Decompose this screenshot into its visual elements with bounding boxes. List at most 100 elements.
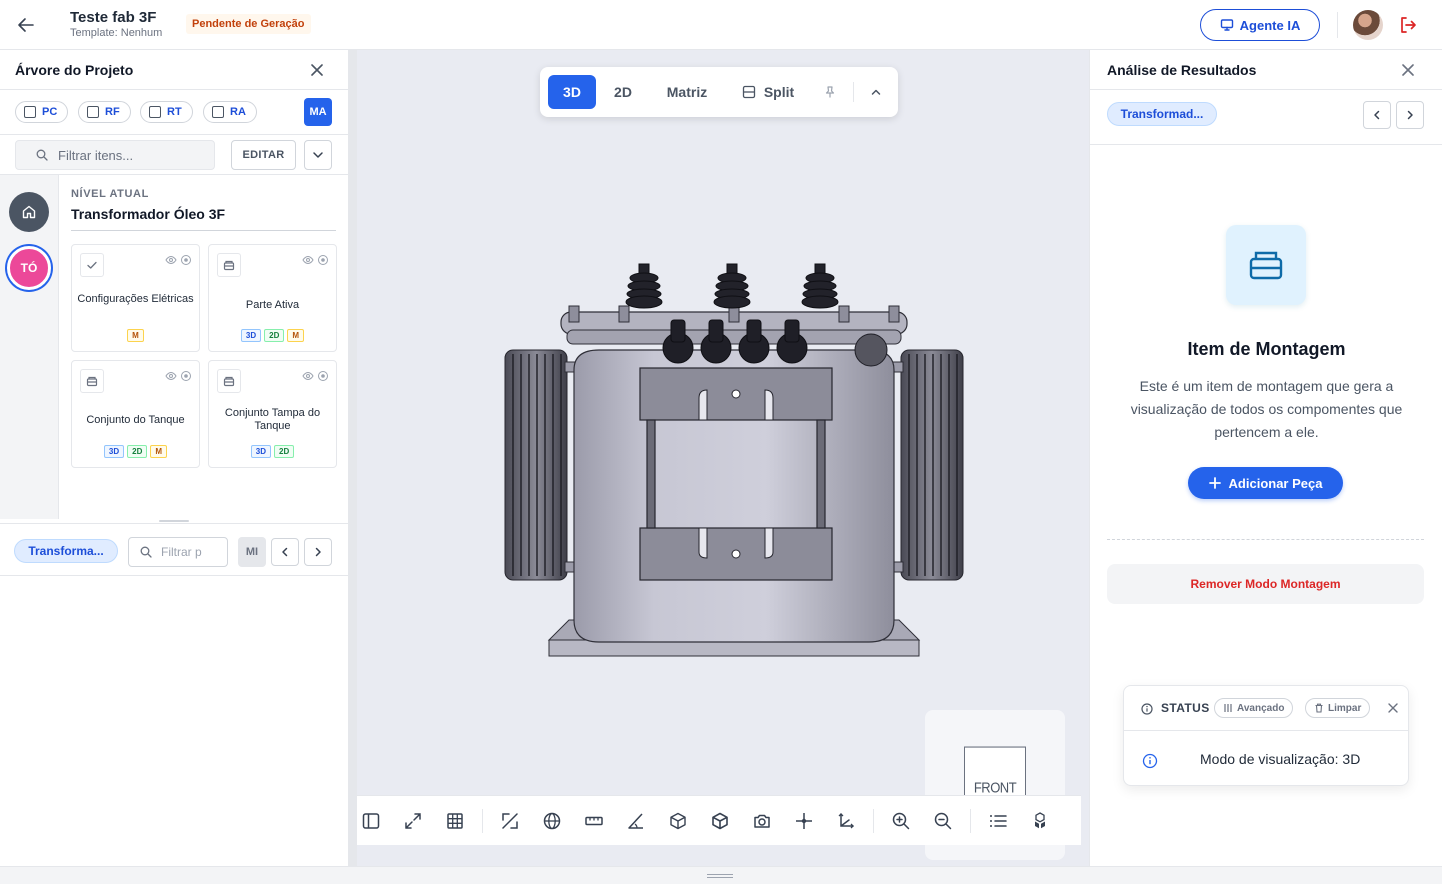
focus-toggle[interactable]	[180, 370, 192, 382]
project-tree-panel: Árvore do Projeto PC RF RT RA MA EDITAR …	[0, 50, 349, 866]
measure-button[interactable]	[578, 805, 610, 837]
plus-icon	[1208, 477, 1221, 489]
filter-ra[interactable]: RA	[203, 101, 257, 123]
top-bar: Teste fab 3F Template: Nenhum Pendente d…	[0, 0, 1442, 50]
ma-button[interactable]: MA	[304, 98, 332, 126]
next-result-button[interactable]	[1396, 101, 1424, 129]
current-level-avatar[interactable]: TÓ	[7, 246, 51, 290]
visibility-toggle[interactable]	[165, 370, 177, 382]
axes-icon	[838, 813, 854, 829]
measure-icon	[585, 816, 603, 826]
viewer-gutter	[349, 50, 357, 866]
remove-assembly-mode-button[interactable]: Remover Modo Montagem	[1107, 564, 1424, 604]
filter-rt[interactable]: RT	[140, 101, 193, 123]
status-badge: Pendente de Geração	[186, 14, 311, 34]
zoom-out-button[interactable]	[927, 805, 959, 837]
card-conjunto-tampa-do-tanque[interactable]: Conjunto Tampa do Tanque 3D 2D	[208, 360, 337, 468]
subtree-search-input[interactable]	[161, 545, 211, 559]
section-button[interactable]	[494, 805, 526, 837]
clear-button[interactable]: Limpar	[1305, 698, 1371, 718]
checkbox[interactable]	[149, 106, 161, 118]
card-icon	[80, 369, 104, 393]
tab-split[interactable]: Split	[732, 75, 804, 109]
logout-button[interactable]	[1396, 13, 1420, 37]
selected-item-chip[interactable]: Transformad...	[1107, 102, 1217, 126]
level-name: Transformador Óleo 3F	[71, 206, 226, 222]
tab-3d[interactable]: 3D	[548, 75, 596, 109]
sliders-icon	[1224, 704, 1232, 712]
next-button[interactable]	[304, 538, 332, 566]
results-title: Análise de Resultados	[1107, 62, 1257, 78]
collapse-tabs-button[interactable]	[862, 75, 890, 109]
close-results-button[interactable]	[1399, 61, 1417, 79]
checkbox[interactable]	[87, 106, 99, 118]
view-cube-front[interactable]: FRONT	[964, 746, 1026, 802]
screenshot-button[interactable]	[746, 805, 778, 837]
right-radiator	[890, 349, 964, 581]
subtree-chip[interactable]: Transforma...	[14, 539, 118, 563]
tree-search-input[interactable]	[58, 147, 198, 163]
divider	[0, 134, 349, 135]
3d-viewer[interactable]: 3D 2D Matriz Split FRONT	[349, 50, 1089, 866]
angle-button[interactable]	[620, 805, 652, 837]
card-parte-ativa[interactable]: Parte Ativa 3D 2D M	[208, 244, 337, 352]
package-icon	[86, 376, 98, 387]
divider	[873, 809, 874, 833]
subtree-search[interactable]	[128, 537, 228, 567]
prev-button[interactable]	[271, 538, 299, 566]
divider	[0, 89, 349, 90]
parts-list-button[interactable]	[982, 805, 1014, 837]
fullscreen-button[interactable]	[397, 805, 429, 837]
target-icon	[318, 255, 328, 265]
checkbox[interactable]	[24, 106, 36, 118]
home-level-button[interactable]	[9, 192, 49, 232]
transformer-3d-model[interactable]	[499, 250, 969, 670]
toggle-sidebar-button[interactable]	[355, 805, 387, 837]
expand-dropdown-button[interactable]	[304, 140, 332, 170]
card-conjunto-do-tanque[interactable]: Conjunto do Tanque 3D 2D M	[71, 360, 200, 468]
visibility-toggle[interactable]	[302, 254, 314, 266]
focus-toggle[interactable]	[317, 254, 329, 266]
focus-toggle[interactable]	[317, 370, 329, 382]
card-tags: 3D 2D M	[209, 329, 336, 342]
checkbox[interactable]	[212, 106, 224, 118]
explode-button[interactable]	[1024, 805, 1056, 837]
focus-toggle[interactable]	[180, 254, 192, 266]
axes-button[interactable]	[830, 805, 862, 837]
filter-pc[interactable]: PC	[15, 101, 69, 123]
advanced-button[interactable]: Avançado	[1214, 698, 1294, 718]
grid-button[interactable]	[439, 805, 471, 837]
pin-button[interactable]	[818, 75, 842, 109]
user-avatar[interactable]	[1353, 10, 1383, 40]
prev-result-button[interactable]	[1363, 101, 1391, 129]
visibility-toggle[interactable]	[302, 370, 314, 382]
mi-button[interactable]: MI	[238, 537, 266, 567]
tree-search[interactable]	[15, 140, 215, 170]
visibility-toggle[interactable]	[165, 254, 177, 266]
close-tree-button[interactable]	[308, 61, 326, 79]
bottom-resize-handle[interactable]	[707, 874, 733, 878]
angle-icon	[628, 813, 643, 829]
zoom-in-button[interactable]	[885, 805, 917, 837]
agent-ia-button[interactable]: Agente IA	[1200, 9, 1320, 41]
card-tags: 3D 2D	[209, 445, 336, 458]
tab-2d[interactable]: 2D	[600, 75, 646, 109]
card-configuracoes-eletricas[interactable]: Configurações Elétricas M	[71, 244, 200, 352]
solid-button[interactable]	[704, 805, 736, 837]
back-button[interactable]	[14, 13, 38, 37]
fullscreen-icon	[405, 813, 421, 829]
divider	[970, 809, 971, 833]
tab-matriz[interactable]: Matriz	[654, 75, 720, 109]
edit-button[interactable]: EDITAR	[231, 140, 296, 170]
add-part-button[interactable]: Adicionar Peça	[1188, 467, 1343, 499]
close-icon	[1388, 703, 1398, 713]
center-button[interactable]	[788, 805, 820, 837]
filter-rf[interactable]: RF	[78, 101, 131, 123]
wireframe-button[interactable]	[662, 805, 694, 837]
globe-button[interactable]	[536, 805, 568, 837]
panel-resize-handle[interactable]	[159, 520, 189, 522]
close-status-button[interactable]	[1387, 702, 1399, 714]
tag-3d: 3D	[240, 329, 262, 342]
close-icon	[311, 64, 323, 76]
chevron-left-icon	[282, 547, 288, 557]
